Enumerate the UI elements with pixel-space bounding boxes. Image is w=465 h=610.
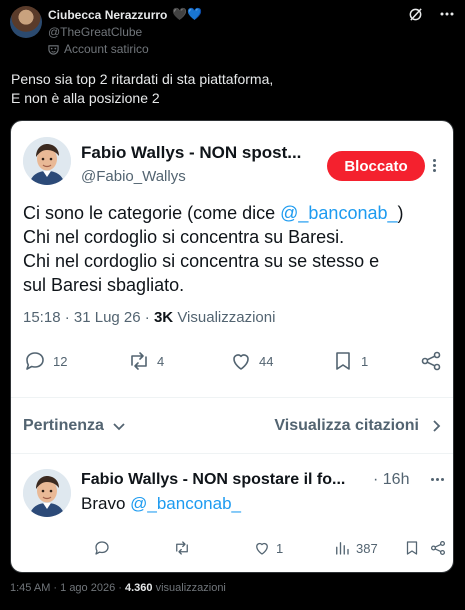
share-button[interactable] <box>429 539 447 557</box>
quoted-tweet-text: Ci sono le categorie (come dice @_bancon… <box>23 201 443 297</box>
satire-label-text: Account satirico <box>64 42 149 56</box>
tweet-line: sul Baresi sbagliato. <box>23 275 185 295</box>
tweet-date[interactable]: 31 Lug 26 <box>74 309 141 326</box>
post-date[interactable]: 1 ago 2026 <box>60 582 115 594</box>
like-icon <box>256 542 268 555</box>
replies-sort-bar: Pertinenza Visualizza citazioni <box>23 417 443 439</box>
black-heart-emoji: 🖤 <box>172 7 187 21</box>
post-text: Penso sia top 2 ritardati di sta piattaf… <box>11 70 273 108</box>
separator: · <box>50 582 61 594</box>
repost-button[interactable] <box>173 539 191 557</box>
share-button[interactable] <box>419 349 443 373</box>
share-icon <box>421 351 441 371</box>
sort-label: Pertinenza <box>23 417 104 434</box>
quoted-avatar[interactable] <box>23 137 71 185</box>
view-quotes-link[interactable]: Visualizza citazioni <box>274 417 443 435</box>
like-count: 44 <box>259 353 274 369</box>
tweet-time[interactable]: 15:18 <box>23 309 61 326</box>
views-count: 4.360 <box>124 582 153 594</box>
reply-icon <box>95 541 109 555</box>
tweet-line: Chi nel cordoglio si concentra su se ste… <box>23 251 380 271</box>
reply-icon <box>26 352 44 370</box>
views-count: 3K <box>153 309 174 326</box>
tweet-actions: 12 4 44 1 <box>23 349 443 379</box>
bookmark-button[interactable]: 1 <box>331 349 368 373</box>
separator: · <box>140 309 154 326</box>
post-time[interactable]: 1:45 AM <box>10 582 50 594</box>
tweet-line: Ci sono le categorie (come dice @_bancon… <box>23 201 443 225</box>
chevron-down-icon <box>113 423 125 431</box>
repost-count: 4 <box>157 353 165 369</box>
like-button[interactable]: 1 <box>253 539 283 557</box>
tweet-text-fragment: ) <box>397 203 404 223</box>
views-count: 387 <box>356 540 378 556</box>
reply-avatar[interactable] <box>23 469 71 517</box>
grok-icon[interactable] <box>407 6 423 22</box>
blocked-button[interactable]: Bloccato <box>327 151 425 181</box>
post-text-line: E non è alla posizione 2 <box>11 90 160 106</box>
separator: · <box>115 582 125 594</box>
post-author-name[interactable]: Ciubecca Nerazzurro <box>48 8 167 22</box>
mention-link[interactable]: @_banconab_ <box>280 203 397 223</box>
blue-heart-emoji: 💙 <box>186 7 202 21</box>
avatar[interactable] <box>10 6 42 38</box>
like-button[interactable]: 44 <box>229 349 273 373</box>
more-icon[interactable] <box>433 159 436 172</box>
bookmark-count: 1 <box>361 353 369 369</box>
bookmark-icon <box>336 352 350 370</box>
like-icon <box>233 354 249 370</box>
chevron-right-icon <box>433 420 441 432</box>
sort-dropdown[interactable]: Pertinenza <box>23 417 126 435</box>
more-icon[interactable] <box>439 6 455 22</box>
reply-button[interactable] <box>93 539 111 557</box>
reply-button[interactable]: 12 <box>23 349 67 373</box>
reply-author-name[interactable]: Fabio Wallys - NON spostare il fo... <box>81 471 345 489</box>
tweet-text-fragment: Ci sono le categorie (come dice <box>23 203 281 223</box>
post-author-handle[interactable]: @TheGreatClube <box>48 25 142 39</box>
repost-icon <box>131 352 147 370</box>
reply-text: Bravo @_banconab_ <box>81 494 241 514</box>
views-label: visualizzazioni <box>152 582 226 594</box>
name-emoji: 🖤💙 <box>172 7 202 21</box>
quoted-author-handle[interactable]: @Fabio_Wallys <box>81 168 186 185</box>
quoted-author-name[interactable]: Fabio Wallys - NON spost... <box>81 143 301 163</box>
views-icon <box>336 542 349 555</box>
mask-icon <box>48 44 59 55</box>
view-quotes-label: Visualizza citazioni <box>274 417 419 434</box>
like-count: 1 <box>276 540 284 556</box>
repost-button[interactable]: 4 <box>127 349 164 373</box>
repost-icon <box>176 541 188 555</box>
separator: · <box>60 309 74 326</box>
reply-text-fragment: Bravo <box>81 494 131 513</box>
more-icon[interactable] <box>431 478 444 481</box>
reply-time[interactable]: · 16h <box>373 471 409 489</box>
post-text-line: Penso sia top 2 ritardati di sta piattaf… <box>11 71 274 87</box>
views-button[interactable]: 387 <box>333 539 378 557</box>
bookmark-icon <box>406 541 418 555</box>
tweet-meta: 15:18 · 31 Lug 26 · 3K Visualizzazioni <box>23 309 275 326</box>
share-icon <box>430 540 446 556</box>
embedded-tweet-screenshot: Fabio Wallys - NON spost... @Fabio_Wally… <box>10 120 454 573</box>
views-label: Visualizzazioni <box>173 309 276 326</box>
post-footer-meta: 1:45 AM · 1 ago 2026 · 4.360 visualizzaz… <box>10 582 226 594</box>
mention-link[interactable]: @_banconab_ <box>130 494 241 513</box>
bookmark-button[interactable] <box>403 539 421 557</box>
reply-actions: 1 387 <box>81 539 446 559</box>
satire-label: Account satirico <box>48 42 149 56</box>
divider <box>11 397 453 398</box>
post-top-actions <box>407 6 455 22</box>
reply-count: 12 <box>53 353 68 369</box>
divider <box>11 453 453 454</box>
tweet-line: Chi nel cordoglio si concentra su Baresi… <box>23 227 345 247</box>
